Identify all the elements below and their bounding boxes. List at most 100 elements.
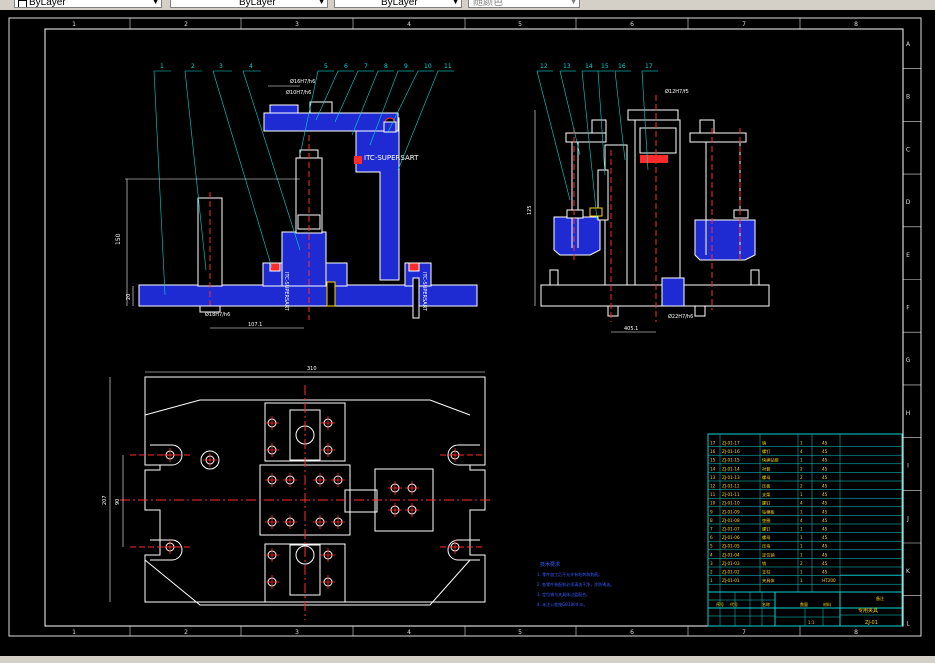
bom-cell: 1 [800, 527, 803, 532]
bom-cell: 钻模板 [762, 508, 775, 515]
offset-dim: 107.1 [248, 322, 262, 328]
bom-cell: ZJ-01-17 [722, 441, 740, 446]
bom-cell: 螺钉 [762, 448, 771, 455]
bom-cell: 6 [710, 535, 713, 540]
bom-cell: 支柱 [762, 569, 771, 576]
balloon-label: 4 [249, 63, 253, 70]
lineweight-label: ByLayer [239, 0, 276, 8]
balloon-label: 3 [219, 63, 223, 70]
bom-cell: 4 [800, 518, 803, 523]
bom-cell: 45 [822, 458, 828, 463]
bottom-fit: Ø18H7/h6 [205, 311, 230, 318]
bom-cell: ZJ-01-13 [722, 475, 740, 480]
bom-cell: 压板 [762, 483, 771, 490]
bom-cell: ZJ-01-03 [722, 561, 740, 566]
bom-cell: 45 [822, 570, 828, 575]
bom-cell: 2 [710, 570, 713, 575]
balloon-label: 15 [601, 63, 609, 70]
status-bar [0, 656, 935, 663]
bom-cell: 1 [800, 544, 803, 549]
balloon-label: 10 [424, 63, 432, 70]
frame-col-label-bottom: 5 [518, 629, 522, 636]
color-combo[interactable]: ByLayer ▼ [334, 0, 462, 8]
bom-cell: 2 [800, 466, 803, 471]
bom-cell: ZJ-01-12 [722, 484, 740, 489]
frame-row-label: C [906, 146, 910, 153]
bom-cell: 17 [710, 441, 716, 446]
bom-cell: 衬套 [762, 465, 771, 472]
balloon-label: 2 [191, 63, 195, 70]
bom-cell: 16 [710, 449, 716, 454]
top-fit-a: Ø16H7/h6 [290, 78, 315, 85]
chevron-down-icon[interactable]: ▼ [318, 0, 325, 7]
bom-cell: 14 [710, 466, 716, 471]
side-bottom-fit: Ø22H7/h6 [668, 313, 693, 320]
balloon-label: 11 [444, 63, 452, 70]
bom-cell: ZJ-01-05 [722, 544, 740, 549]
frame-row-label: D [906, 199, 911, 206]
bom-cell: 2 [800, 561, 803, 566]
plan-inner-dim: 90 [115, 499, 121, 505]
linetype-combo[interactable]: ByLayer ▼ [14, 0, 162, 8]
frame-row-label: E [906, 252, 910, 259]
side-top-fit: Ø12H7/f5 [665, 88, 689, 95]
drawing-name: 专用夹具 [858, 607, 878, 614]
plotstyle-combo[interactable]: 随颜色 ▼ [468, 0, 580, 8]
frame-col-label-bottom: 4 [407, 629, 411, 636]
plan-height-dim: 207 [102, 495, 108, 505]
bom-cell: ZJ-01-02 [722, 570, 740, 575]
bom-cell: 8 [710, 518, 713, 523]
bom-cell: 1 [710, 578, 713, 583]
bom-header-code: 代号 [730, 601, 738, 607]
balloon-label: 12 [540, 63, 548, 70]
bom-cell: 4 [710, 552, 713, 557]
frame-row-label: F [906, 305, 910, 312]
bom-cell: 45 [822, 501, 828, 506]
balloon-label: 5 [324, 63, 328, 70]
bom-cell: 9 [710, 509, 713, 514]
bom-header-qty: 数量 [800, 601, 808, 607]
linetype-swatch-icon [18, 0, 27, 7]
drawing-scale: 1:1 [808, 620, 815, 625]
bom-cell: 4 [800, 501, 803, 506]
drawing-canvas[interactable]: 1122334455667788 ABCDEFGHIJKL 1234567891… [0, 10, 935, 663]
balloon-label: 16 [618, 63, 626, 70]
bom-cell: ZJ-01-10 [722, 501, 740, 506]
chevron-down-icon[interactable]: ▼ [570, 0, 577, 7]
bom-cell: 45 [822, 441, 828, 446]
base-dim: 20 [126, 294, 132, 300]
frame-col-label-top: 6 [630, 21, 634, 28]
bom-cell: 快换钻套 [762, 457, 780, 464]
bom-cell: 12 [710, 484, 716, 489]
bom-cell: 45 [822, 527, 828, 532]
bom-cell: 15 [710, 458, 716, 463]
frame-row-label: H [906, 410, 911, 417]
bom-cell: 45 [822, 509, 828, 514]
bom-header-no: 序号 [716, 601, 724, 607]
drawing-number: ZJ-01 [865, 620, 878, 626]
chevron-down-icon[interactable]: ▼ [152, 0, 159, 7]
frame-col-label-bottom: 7 [742, 629, 746, 636]
chevron-down-icon[interactable]: ▼ [452, 0, 459, 7]
bom-cell: 4 [800, 449, 803, 454]
color-label: ByLayer [381, 0, 418, 8]
frame-col-label-bottom: 1 [72, 629, 76, 636]
bom-cell: 3 [710, 561, 713, 566]
balloon-label: 7 [364, 63, 368, 70]
bom-cell: 螺钉 [762, 526, 771, 533]
bom-cell: 45 [822, 518, 828, 523]
bom-cell: 7 [710, 527, 713, 532]
side-height-dim: 125 [527, 205, 533, 215]
balloon-label: 17 [645, 63, 653, 70]
bom-cell: 45 [822, 544, 828, 549]
bom-cell: 45 [822, 492, 828, 497]
bom-cell: 1 [800, 509, 803, 514]
balloon-label: 6 [344, 63, 348, 70]
bom-cell: 夹具体 [762, 577, 775, 584]
lineweight-combo[interactable]: ByLayer ▼ [170, 0, 328, 8]
bom-cell: ZJ-01-07 [722, 527, 740, 532]
bom-cell: 45 [822, 475, 828, 480]
bom-cell: 45 [822, 466, 828, 471]
bom-cell: 1 [800, 578, 803, 583]
side-offset-dim: 405.1 [624, 326, 638, 332]
